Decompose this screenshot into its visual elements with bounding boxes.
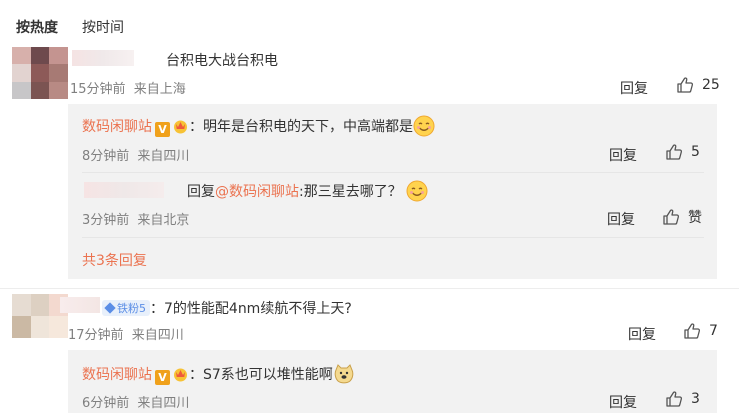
comment-meta: 15分钟前 来自上海: [70, 78, 186, 97]
reply-location: 来自四川: [137, 396, 190, 411]
thumbs-up-icon: [663, 209, 680, 225]
fan-level-text: 铁粉5: [117, 302, 146, 315]
like-count: 7: [709, 323, 718, 339]
comment-location: 来自上海: [133, 82, 186, 97]
sort-by-time-tab[interactable]: 按时间: [82, 17, 124, 37]
fan-level-badge: 铁粉5: [102, 300, 150, 316]
divider: [82, 237, 704, 238]
username-blurred[interactable]: [84, 182, 164, 198]
more-replies-link[interactable]: 共3条回复: [82, 250, 147, 270]
reply-text: ：明年是台积电的天下，中高端都是: [189, 119, 413, 135]
reply-line: 数码闲聊站 V ：明年是台积电的天下，中高端都是: [82, 115, 435, 137]
comment-meta: 17分钟前 来自四川: [68, 324, 184, 343]
diamond-icon: [104, 302, 116, 314]
verified-v-icon: V: [155, 370, 170, 385]
comment-location: 来自四川: [131, 328, 184, 343]
smile-emoji-icon: [413, 115, 435, 137]
thumbs-up-icon: [666, 391, 683, 407]
like-button[interactable]: 赞: [662, 207, 702, 227]
sort-by-hot-tab[interactable]: 按热度: [16, 17, 58, 37]
comment-text: ：7的性能配4nm续航不得上天?: [150, 301, 352, 317]
comment-text: 台积电大战台积电: [166, 53, 278, 69]
comment-time: 15分钟前: [70, 82, 126, 97]
reply-line: 数码闲聊站 V ：S7系也可以堆性能啊: [82, 363, 355, 385]
like-count: 赞: [688, 210, 702, 226]
reply-prefix: 回复: [187, 184, 215, 200]
reply-meta: 8分钟前 来自四川: [82, 145, 189, 164]
divider: [82, 172, 704, 173]
fan-crown-icon: [174, 368, 187, 382]
reply-button[interactable]: 回复: [609, 392, 637, 412]
reply-time: 6分钟前: [82, 396, 130, 411]
comment-line: 铁粉5 ：7的性能配4nm续航不得上天?: [102, 298, 352, 318]
thumbs-up-icon: [666, 144, 683, 160]
fan-crown-icon: [174, 120, 187, 134]
reply-location: 来自北京: [137, 213, 190, 228]
reply-username[interactable]: 数码闲聊站: [82, 367, 152, 383]
like-count: 25: [702, 77, 720, 93]
reply-button[interactable]: 回复: [609, 145, 637, 165]
thumbs-up-icon: [677, 77, 694, 93]
verified-v-icon: V: [155, 122, 170, 137]
reply-line: 回复@数码闲聊站:那三星去哪了？: [187, 180, 428, 202]
like-count: 5: [691, 144, 700, 160]
reply-text: ：S7系也可以堆性能啊: [189, 367, 333, 383]
reply-meta: 6分钟前 来自四川: [82, 392, 189, 411]
like-button[interactable]: 5: [665, 143, 700, 161]
sort-tabs: 按热度 按时间: [16, 17, 124, 37]
username-blurred[interactable]: [72, 50, 134, 66]
reply-button[interactable]: 回复: [620, 78, 648, 98]
reply-meta: 3分钟前 来自北京: [82, 209, 189, 228]
doge-emoji-icon: [334, 364, 354, 384]
reply-mention[interactable]: @数码闲聊站: [215, 184, 299, 200]
like-button[interactable]: 25: [676, 76, 720, 94]
reply-text: :那三星去哪了？: [299, 184, 402, 200]
username-blurred[interactable]: [60, 297, 100, 313]
like-button[interactable]: 3: [665, 390, 700, 408]
comment-separator: [0, 288, 739, 289]
reply-username[interactable]: 数码闲聊站: [82, 119, 152, 135]
reply-time: 3分钟前: [82, 213, 130, 228]
reply-button[interactable]: 回复: [628, 324, 656, 344]
like-count: 3: [691, 391, 700, 407]
reply-time: 8分钟前: [82, 149, 130, 164]
avatar[interactable]: [12, 47, 68, 99]
reply-location: 来自四川: [137, 149, 190, 164]
reply-button[interactable]: 回复: [607, 209, 635, 229]
like-button[interactable]: 7: [683, 322, 718, 340]
smile-emoji-icon: [406, 180, 428, 202]
comment-time: 17分钟前: [68, 328, 124, 343]
thumbs-up-icon: [684, 323, 701, 339]
